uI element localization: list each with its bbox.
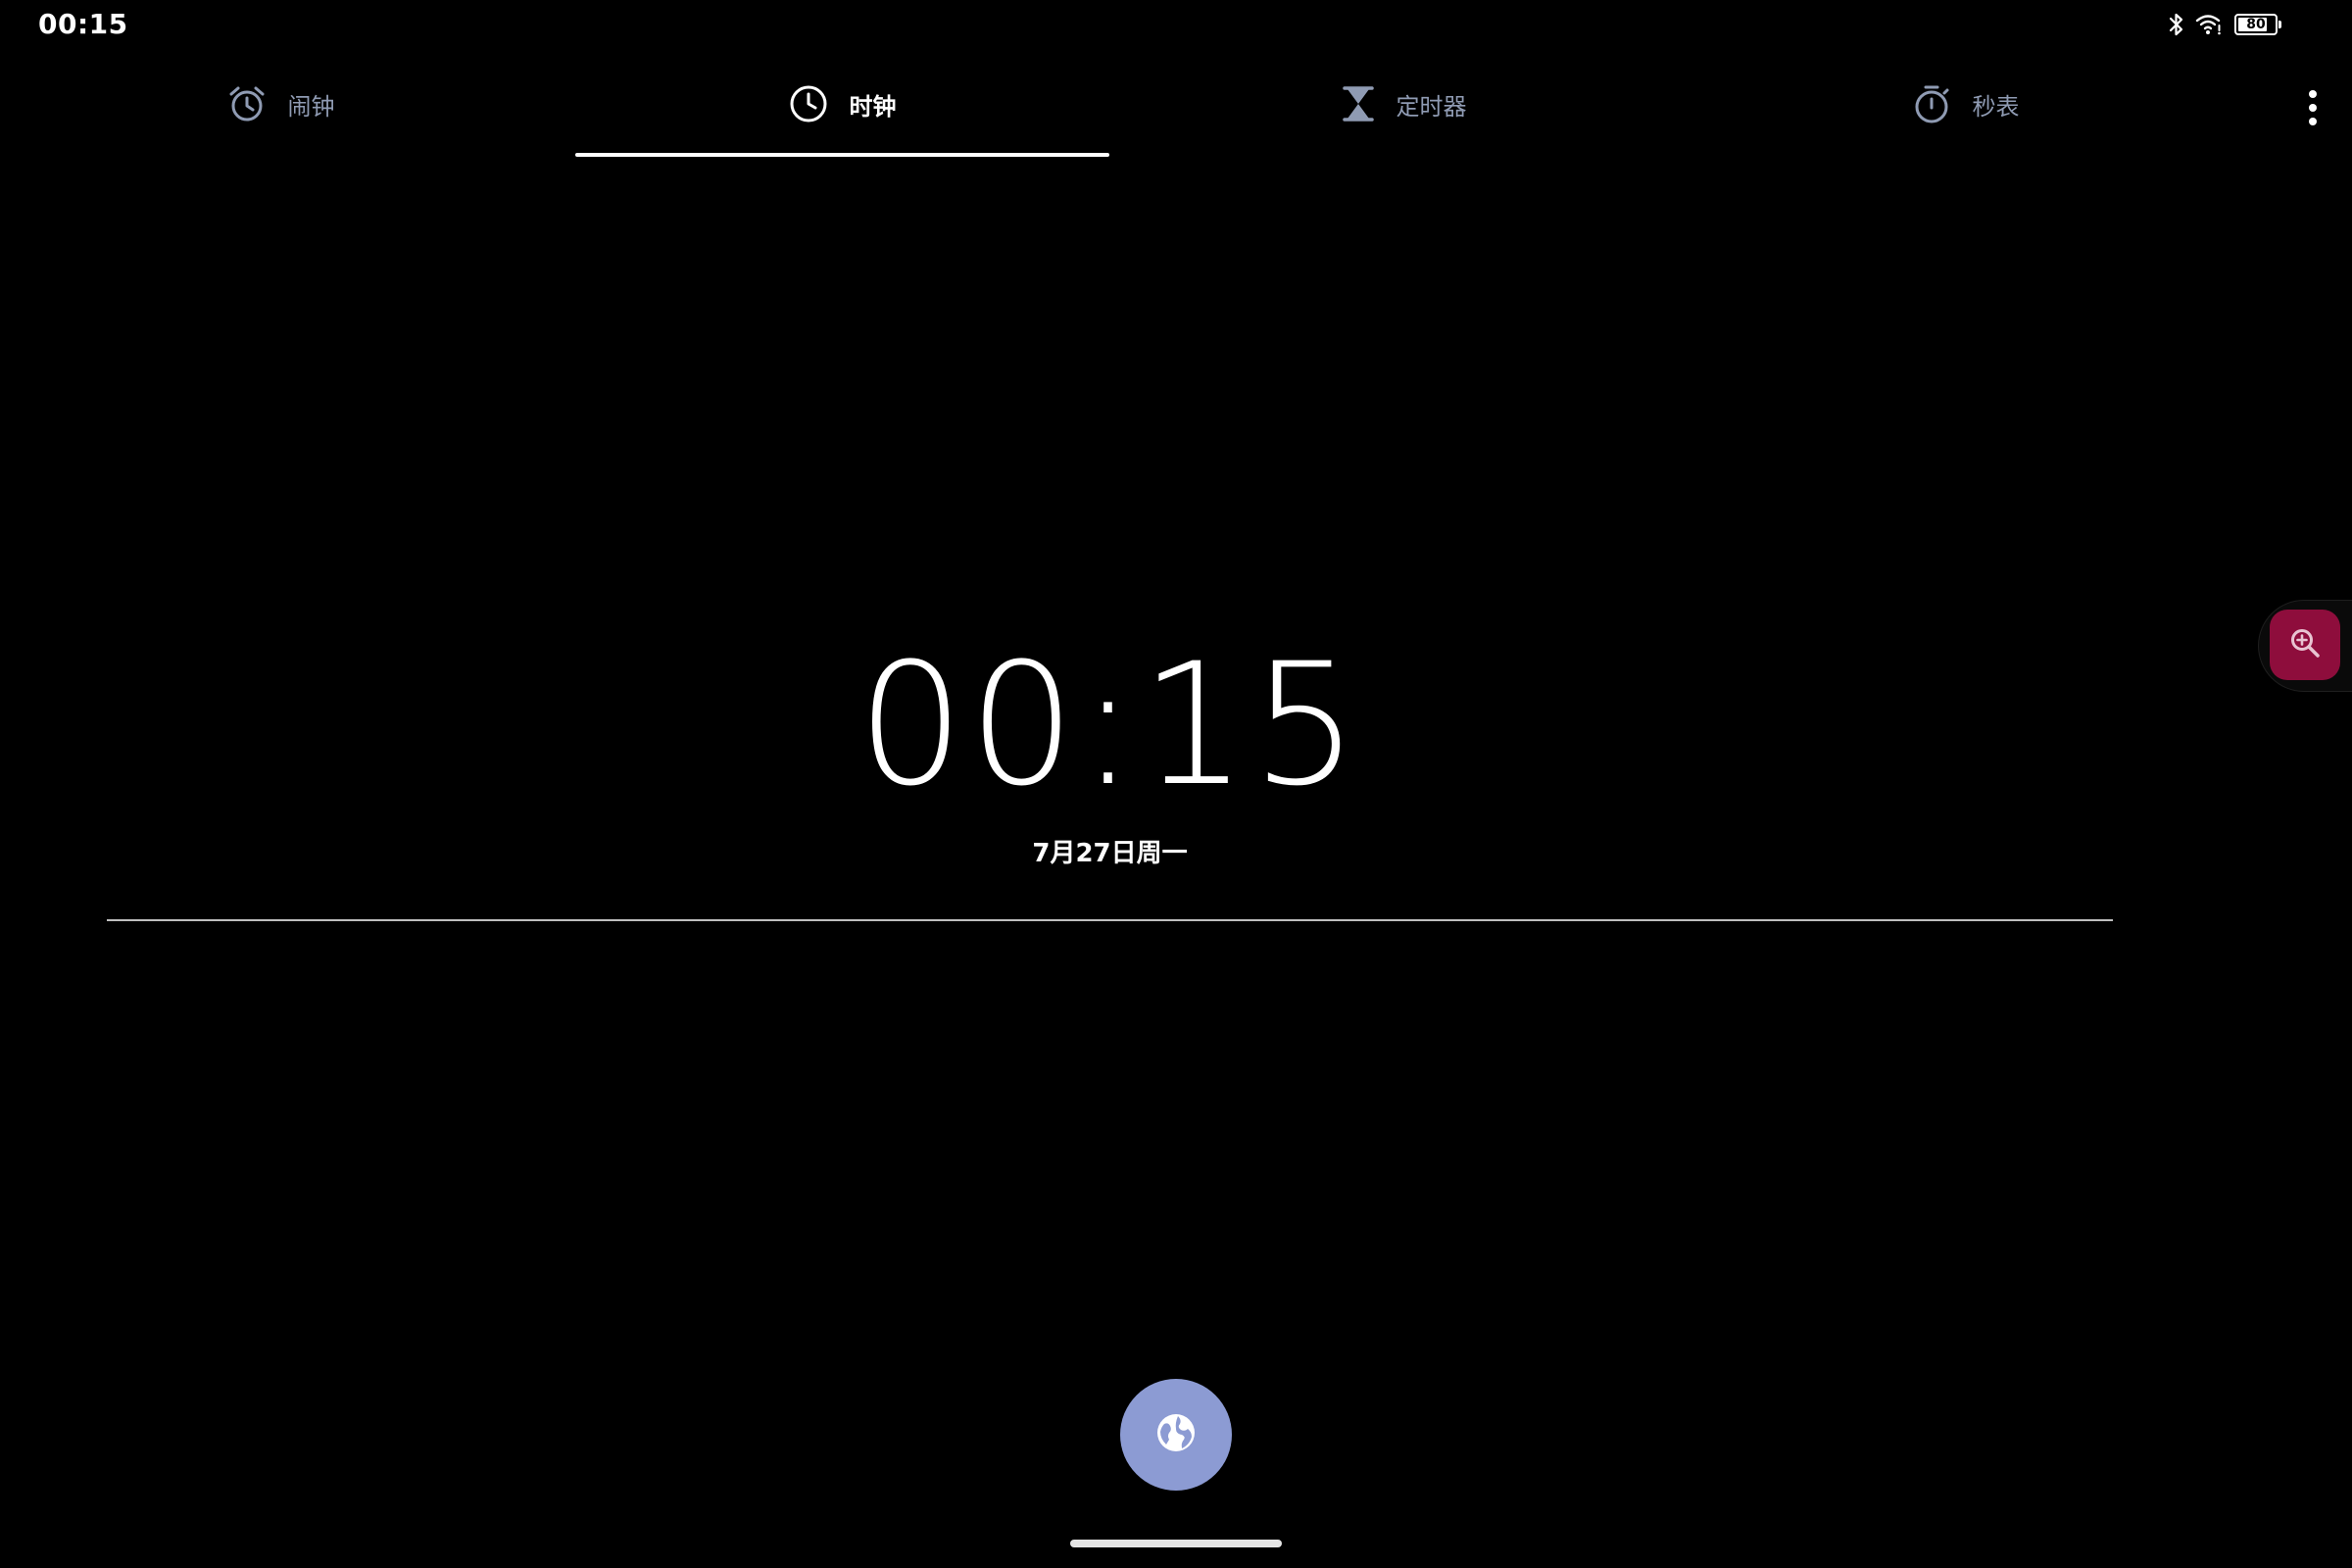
hourglass-icon <box>1342 85 1375 122</box>
battery-level-text: 80 <box>2246 17 2266 32</box>
tab-alarm[interactable]: 闹钟 <box>0 51 562 157</box>
tab-label: 定时器 <box>1396 92 1467 121</box>
clock-icon <box>789 84 828 123</box>
alarm-icon <box>227 84 267 123</box>
clock-app-screen: 00:15 80 闹钟 时钟 定时器 秒表 00:15 7月27日周一 <box>0 0 2352 1568</box>
more-options-button[interactable] <box>2298 88 2328 127</box>
more-vert-icon <box>2309 104 2317 112</box>
zoom-in-button[interactable] <box>2270 610 2340 680</box>
divider <box>107 919 2113 921</box>
status-time: 00:15 <box>38 8 128 40</box>
globe-icon <box>1155 1412 1197 1457</box>
stopwatch-icon <box>1912 83 1951 124</box>
tab-label: 闹钟 <box>287 92 335 121</box>
zoom-in-icon <box>2288 626 2322 663</box>
more-vert-icon <box>2309 118 2317 125</box>
tab-stopwatch[interactable]: 秒表 <box>1685 51 2246 157</box>
tab-timer[interactable]: 定时器 <box>1123 51 1685 157</box>
more-vert-icon <box>2309 90 2317 98</box>
world-clock-fab[interactable] <box>1120 1379 1232 1491</box>
bluetooth-icon <box>2168 12 2185 37</box>
status-icons: 80 <box>2168 10 2281 39</box>
tab-label: 时钟 <box>849 92 897 121</box>
wifi-icon <box>2195 13 2225 36</box>
status-bar: 00:15 80 <box>0 0 2352 51</box>
digital-clock: 00:15 7月27日周一 <box>0 637 2220 869</box>
clock-date: 7月27日周一 <box>1032 839 1188 868</box>
gesture-nav-bar[interactable] <box>1070 1540 1282 1547</box>
tab-label: 秒表 <box>1972 92 2020 121</box>
tab-bar: 闹钟 时钟 定时器 秒表 <box>0 51 2274 157</box>
tab-clock[interactable]: 时钟 <box>562 51 1123 157</box>
clock-time: 00:15 <box>857 626 1363 823</box>
battery-icon: 80 <box>2234 14 2281 35</box>
